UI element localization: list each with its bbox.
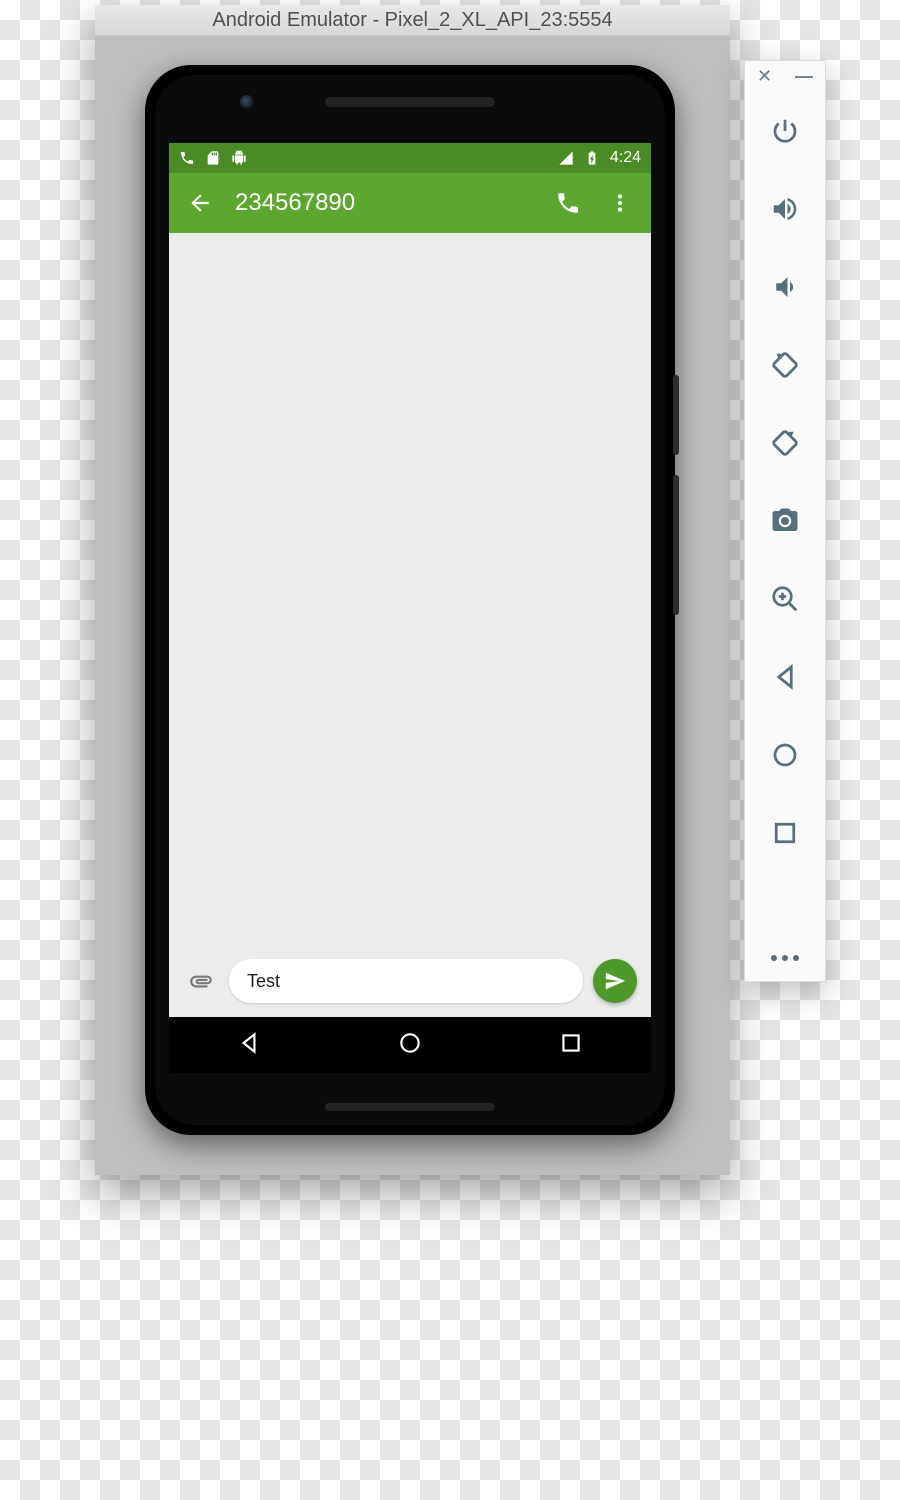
phone-icon: [179, 150, 195, 166]
attachment-icon: [188, 968, 214, 994]
nav-recent-button[interactable]: [558, 1030, 584, 1061]
sd-card-icon: [205, 150, 221, 166]
volume-up-icon: [770, 194, 800, 224]
toolbar-more-button[interactable]: [771, 955, 799, 961]
emulator-minimize-button[interactable]: —: [795, 67, 813, 85]
app-bar: 234567890: [169, 173, 651, 233]
send-button[interactable]: [593, 959, 637, 1003]
camera-icon: [770, 506, 800, 536]
attach-button[interactable]: [183, 963, 219, 999]
device-screen: 4:24 234567890: [169, 143, 651, 1073]
toolbar-back-button[interactable]: [765, 657, 805, 697]
toolbar-rotate-right-button[interactable]: [765, 423, 805, 463]
toolbar-volume-up-button[interactable]: [765, 189, 805, 229]
send-icon: [604, 970, 626, 992]
dot-icon: [771, 955, 777, 961]
bottom-speaker: [325, 1103, 495, 1111]
toolbar-screenshot-button[interactable]: [765, 501, 805, 541]
overview-icon: [770, 818, 800, 848]
nav-back-icon: [236, 1030, 262, 1056]
phone-icon: [555, 190, 581, 216]
rotate-right-icon: [770, 428, 800, 458]
emulator-window: Android Emulator - Pixel_2_XL_API_23:555…: [95, 5, 730, 1175]
device-volume-button: [673, 475, 679, 615]
volume-down-icon: [770, 272, 800, 302]
conversation-title: 234567890: [235, 189, 355, 217]
android-icon: [231, 150, 247, 166]
back-button[interactable]: [183, 186, 217, 220]
conversation-area[interactable]: [169, 233, 651, 945]
nav-recent-icon: [558, 1030, 584, 1056]
front-camera: [240, 95, 254, 109]
toolbar-power-button[interactable]: [765, 111, 805, 151]
overflow-menu-button[interactable]: [603, 186, 637, 220]
power-icon: [770, 116, 800, 146]
emulator-title: Android Emulator - Pixel_2_XL_API_23:555…: [212, 9, 612, 31]
call-button[interactable]: [551, 186, 585, 220]
status-bar: 4:24: [169, 143, 651, 173]
toolbar-overview-button[interactable]: [765, 813, 805, 853]
android-nav-bar: [169, 1017, 651, 1073]
emulator-toolbar: ✕ —: [744, 60, 826, 982]
signal-icon: [558, 150, 574, 166]
toolbar-rotate-left-button[interactable]: [765, 345, 805, 385]
nav-home-button[interactable]: [397, 1030, 423, 1061]
dot-icon: [793, 955, 799, 961]
earpiece: [325, 97, 495, 107]
nav-back-button[interactable]: [236, 1030, 262, 1061]
back-icon: [770, 662, 800, 692]
message-composer: [169, 945, 651, 1017]
home-icon: [770, 740, 800, 770]
toolbar-zoom-button[interactable]: [765, 579, 805, 619]
device-power-button: [673, 375, 679, 455]
emulator-close-button[interactable]: ✕: [757, 67, 772, 85]
battery-charging-icon: [584, 150, 600, 166]
device-frame: 4:24 234567890: [145, 65, 675, 1135]
toolbar-home-button[interactable]: [765, 735, 805, 775]
status-time: 4:24: [610, 149, 641, 167]
dot-icon: [782, 955, 788, 961]
nav-home-icon: [397, 1030, 423, 1056]
message-input[interactable]: [229, 959, 583, 1003]
rotate-left-icon: [770, 350, 800, 380]
more-vert-icon: [607, 190, 633, 216]
arrow-back-icon: [187, 190, 213, 216]
zoom-in-icon: [770, 584, 800, 614]
toolbar-volume-down-button[interactable]: [765, 267, 805, 307]
emulator-titlebar[interactable]: Android Emulator - Pixel_2_XL_API_23:555…: [95, 5, 730, 36]
